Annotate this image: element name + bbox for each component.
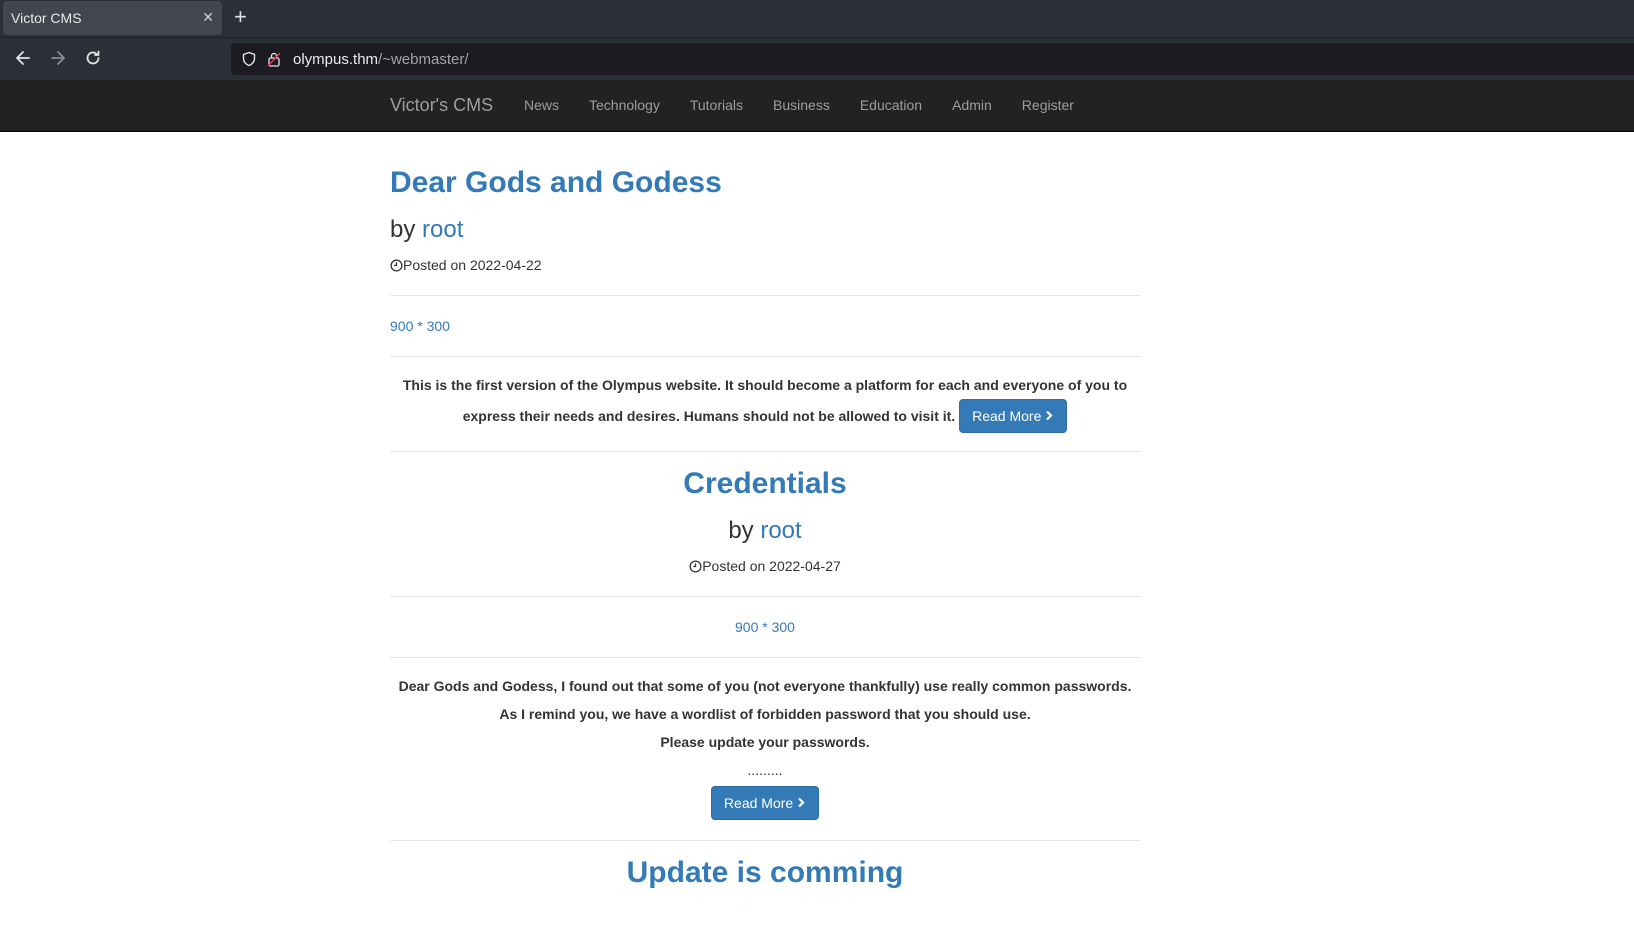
ellipsis-text: ......... <box>747 762 783 778</box>
url-bar[interactable]: olympus.thm/~webmaster/ <box>231 43 1634 75</box>
new-tab-icon[interactable]: + <box>234 5 247 29</box>
nav-item-technology[interactable]: Technology <box>574 80 675 131</box>
browser-tab[interactable]: Victor CMS ✕ <box>3 1 222 35</box>
read-more-row: Read More <box>390 786 1140 820</box>
author-link[interactable]: root <box>422 216 463 243</box>
post-date-text: Posted on 2022-04-27 <box>702 558 841 574</box>
post-excerpt: This is the first version of the Olympus… <box>390 357 1140 451</box>
post-title[interactable]: Update is comming <box>390 841 1140 891</box>
post-excerpt: Dear Gods and Godess, I found out that s… <box>390 658 1140 840</box>
url-text[interactable]: olympus.thm/~webmaster/ <box>293 51 469 68</box>
read-more-label: Read More <box>723 795 794 811</box>
chevron-right-icon <box>798 797 805 808</box>
nav-item-news[interactable]: News <box>509 80 574 131</box>
forward-arrow-icon[interactable] <box>48 48 70 70</box>
shield-icon[interactable] <box>241 51 257 67</box>
back-arrow-icon[interactable] <box>13 48 35 70</box>
close-icon[interactable]: ✕ <box>202 9 214 26</box>
excerpt-line: Dear Gods and Godess, I found out that s… <box>398 678 1132 694</box>
site-navbar: Victor's CMS News Technology Tutorials B… <box>0 80 1634 132</box>
post-title[interactable]: Credentials <box>390 452 1140 502</box>
read-more-button[interactable]: Read More <box>710 786 820 820</box>
post-image-placeholder[interactable]: 900 * 300 <box>390 296 1140 356</box>
post-byline: by root <box>390 215 1140 245</box>
author-link[interactable]: root <box>760 517 801 544</box>
nav-menu: News Technology Tutorials Business Educa… <box>509 80 1089 131</box>
browser-tab-bar: Victor CMS ✕ + <box>0 0 1634 37</box>
blog-post: Update is comming <box>390 841 1140 891</box>
url-path: /~webmaster/ <box>378 51 469 68</box>
insecure-lock-icon[interactable] <box>267 51 281 67</box>
chevron-right-icon <box>1046 410 1053 421</box>
nav-item-admin[interactable]: Admin <box>937 80 1007 131</box>
byline-prefix: by <box>728 517 761 544</box>
nav-item-education[interactable]: Education <box>845 80 937 131</box>
url-host: olympus.thm <box>293 51 379 68</box>
post-date-text: Posted on 2022-04-22 <box>403 257 542 273</box>
browser-toolbar: olympus.thm/~webmaster/ <box>0 37 1634 81</box>
post-date: Posted on 2022-04-22 <box>390 255 1140 275</box>
main-content: Dear Gods and Godess by root Posted on 2… <box>390 131 1140 891</box>
blog-post: Credentials by root Posted on 2022-04-27… <box>390 452 1140 841</box>
post-image-placeholder[interactable]: 900 * 300 <box>390 597 1140 657</box>
nav-item-tutorials[interactable]: Tutorials <box>675 80 758 131</box>
nav-item-business[interactable]: Business <box>758 80 845 131</box>
post-byline: by root <box>390 516 1140 546</box>
clock-icon <box>689 560 702 573</box>
byline-prefix: by <box>390 216 423 243</box>
site-brand[interactable]: Victor's CMS <box>390 95 493 116</box>
read-more-button[interactable]: Read More <box>959 399 1068 433</box>
excerpt-line: As I remind you, we have a wordlist of f… <box>499 706 1031 722</box>
post-title[interactable]: Dear Gods and Godess <box>390 131 1140 201</box>
clock-icon <box>390 259 403 272</box>
reload-icon[interactable] <box>83 48 105 70</box>
read-more-label: Read More <box>972 408 1042 424</box>
tab-title: Victor CMS <box>11 10 82 26</box>
post-date: Posted on 2022-04-27 <box>390 556 1140 576</box>
nav-item-register[interactable]: Register <box>1007 80 1089 131</box>
blog-post: Dear Gods and Godess by root Posted on 2… <box>390 131 1140 452</box>
excerpt-line: Please update your passwords. <box>660 734 870 750</box>
